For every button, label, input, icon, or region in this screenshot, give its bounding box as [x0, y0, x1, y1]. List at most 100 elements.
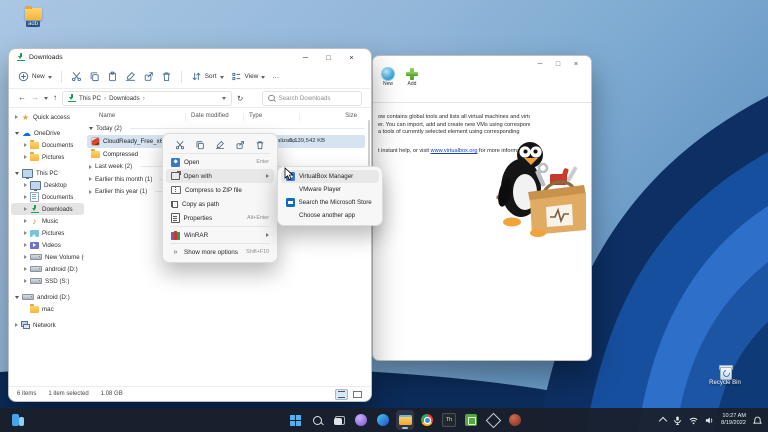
close-button[interactable]: × [340, 50, 363, 65]
chevron-right-icon[interactable] [24, 207, 27, 211]
sidebar-item-mac[interactable]: mac [11, 303, 84, 315]
back-button[interactable]: ← [18, 93, 26, 103]
taskbar-app-chrome[interactable] [418, 410, 436, 430]
taskbar-clock[interactable]: 10:27 AM 8/19/2022 [721, 413, 746, 426]
virtualbox-org-link[interactable]: www.virtualbox.org [431, 148, 478, 154]
chevron-right-icon[interactable] [24, 255, 27, 259]
search-box[interactable]: Search Downloads [262, 91, 362, 106]
microphone-icon[interactable] [673, 416, 682, 425]
share-icon[interactable] [235, 140, 245, 150]
details-view-toggle[interactable] [335, 389, 348, 400]
chevron-right-icon[interactable] [15, 115, 18, 119]
sidebar-item-music[interactable]: Music [11, 215, 84, 227]
column-type[interactable]: Type [249, 112, 262, 119]
chevron-down-icon[interactable] [15, 172, 19, 175]
menu-item-copy-as-path[interactable]: Copy as path [166, 197, 274, 211]
column-name[interactable]: Name [99, 112, 115, 119]
sidebar-item-android-d[interactable]: android (D:) [11, 291, 84, 303]
delete-icon[interactable] [255, 140, 265, 150]
submenu-item-choose-another-app[interactable]: Choose another app [281, 209, 379, 222]
menu-item-open-with[interactable]: Open with [166, 169, 274, 183]
chevron-right-icon[interactable] [24, 243, 27, 247]
column-date[interactable]: Date modified [191, 112, 229, 119]
menu-item-winrar[interactable]: WinRAR [166, 228, 274, 242]
sort-button[interactable]: Sort [191, 71, 224, 82]
speaker-icon[interactable] [705, 416, 714, 425]
sidebar-item-network[interactable]: Network [11, 319, 84, 331]
chevron-down-icon[interactable] [15, 132, 19, 135]
recycle-bin-icon[interactable]: Recycle Bin [702, 364, 748, 386]
notifications-bell-icon[interactable] [753, 416, 762, 425]
sidebar-item-pictures[interactable]: Pictures [11, 151, 84, 163]
taskbar-app-green[interactable] [462, 410, 480, 430]
vbox-close-button[interactable]: × [567, 59, 585, 71]
see-more-button[interactable]: … [272, 73, 280, 80]
vbox-minimize-button[interactable]: ─ [531, 59, 549, 71]
submenu-item-virtualbox-manager[interactable]: VirtualBox Manager [281, 170, 379, 183]
widgets-icon[interactable] [12, 414, 24, 426]
submenu-item-search-the-microsoft-store[interactable]: Search the Microsoft Store [281, 196, 379, 209]
address-dropdown-icon[interactable] [222, 97, 226, 100]
explorer-titlebar[interactable]: Downloads ─ □ × [9, 49, 371, 65]
desktop-folder-icon[interactable]: adb [10, 8, 56, 27]
copy-icon[interactable] [195, 140, 205, 150]
sidebar-item-onedrive[interactable]: OneDrive [11, 127, 84, 139]
chevron-right-icon[interactable] [24, 231, 27, 235]
cut-icon[interactable] [175, 140, 185, 150]
sidebar-item-android-d[interactable]: android (D:) [11, 263, 84, 275]
chevron-down-icon[interactable] [15, 296, 19, 299]
chevron-right-icon[interactable] [15, 323, 18, 327]
rename-icon[interactable] [125, 71, 136, 82]
sidebar-item-downloads[interactable]: Downloads [11, 203, 84, 215]
taskbar-app-explorer[interactable] [396, 410, 414, 430]
sidebar-item-this-pc[interactable]: This PC [11, 167, 84, 179]
taskbar-app-th[interactable]: Th [440, 410, 458, 430]
share-icon[interactable] [143, 71, 154, 82]
submenu-item-vmware-player[interactable]: VMware Player [281, 183, 379, 196]
recent-locations-icon[interactable] [44, 97, 48, 100]
rename-icon[interactable] [215, 140, 225, 150]
taskbar-app-search[interactable] [308, 410, 326, 430]
menu-item-show-more-options[interactable]: Show more optionsShift+F10 [166, 245, 274, 259]
chevron-right-icon[interactable] [24, 267, 27, 271]
breadcrumb[interactable]: This PC › Downloads › [62, 91, 232, 106]
sidebar-item-ssd-s[interactable]: SSD (S:) [11, 275, 84, 287]
chevron-right-icon[interactable] [24, 279, 27, 283]
delete-icon[interactable] [161, 71, 172, 82]
cut-icon[interactable] [71, 71, 82, 82]
forward-button[interactable]: → [31, 93, 39, 103]
taskbar-app-cortana[interactable] [352, 410, 370, 430]
sidebar-item-desktop[interactable]: Desktop [11, 179, 84, 191]
menu-item-compress-to-zip-file[interactable]: Compress to ZIP file [166, 183, 274, 197]
menu-item-open[interactable]: OpenEnter [166, 155, 274, 169]
up-button[interactable]: ↑ [53, 93, 57, 103]
copy-icon[interactable] [89, 71, 100, 82]
breadcrumb-downloads[interactable]: Downloads [109, 95, 140, 102]
chevron-right-icon[interactable] [24, 195, 27, 199]
menu-item-properties[interactable]: PropertiesAlt+Enter [166, 211, 274, 225]
refresh-icon[interactable]: ↻ [237, 94, 243, 103]
view-button[interactable]: View [231, 71, 266, 82]
thumbnail-view-toggle[interactable] [352, 390, 363, 399]
breadcrumb-this-pc[interactable]: This PC [79, 95, 101, 102]
chevron-right-icon[interactable] [24, 155, 27, 159]
scrollbar[interactable] [368, 120, 371, 166]
sidebar-item-new-volume-c[interactable]: New Volume (C:) [11, 251, 84, 263]
sidebar-item-documents[interactable]: Documents [11, 139, 84, 151]
chevron-right-icon[interactable] [24, 183, 27, 187]
maximize-button[interactable]: □ [317, 50, 340, 65]
wifi-icon[interactable] [689, 416, 698, 425]
vbox-add-button[interactable]: Add [404, 68, 420, 87]
paste-icon[interactable] [107, 71, 118, 82]
minimize-button[interactable]: ─ [294, 50, 317, 65]
sidebar-item-documents[interactable]: Documents [11, 191, 84, 203]
taskbar-app-red[interactable] [506, 410, 524, 430]
chevron-right-icon[interactable] [24, 143, 27, 147]
vbox-new-button[interactable]: New [380, 68, 396, 87]
sidebar-item-quick-access[interactable]: Quick access [11, 111, 84, 123]
vbox-maximize-button[interactable]: □ [549, 59, 567, 71]
new-button[interactable]: New [18, 71, 52, 82]
column-size[interactable]: Size [303, 112, 357, 119]
taskbar-app-taskview[interactable] [330, 410, 348, 430]
chevron-right-icon[interactable] [24, 219, 27, 223]
